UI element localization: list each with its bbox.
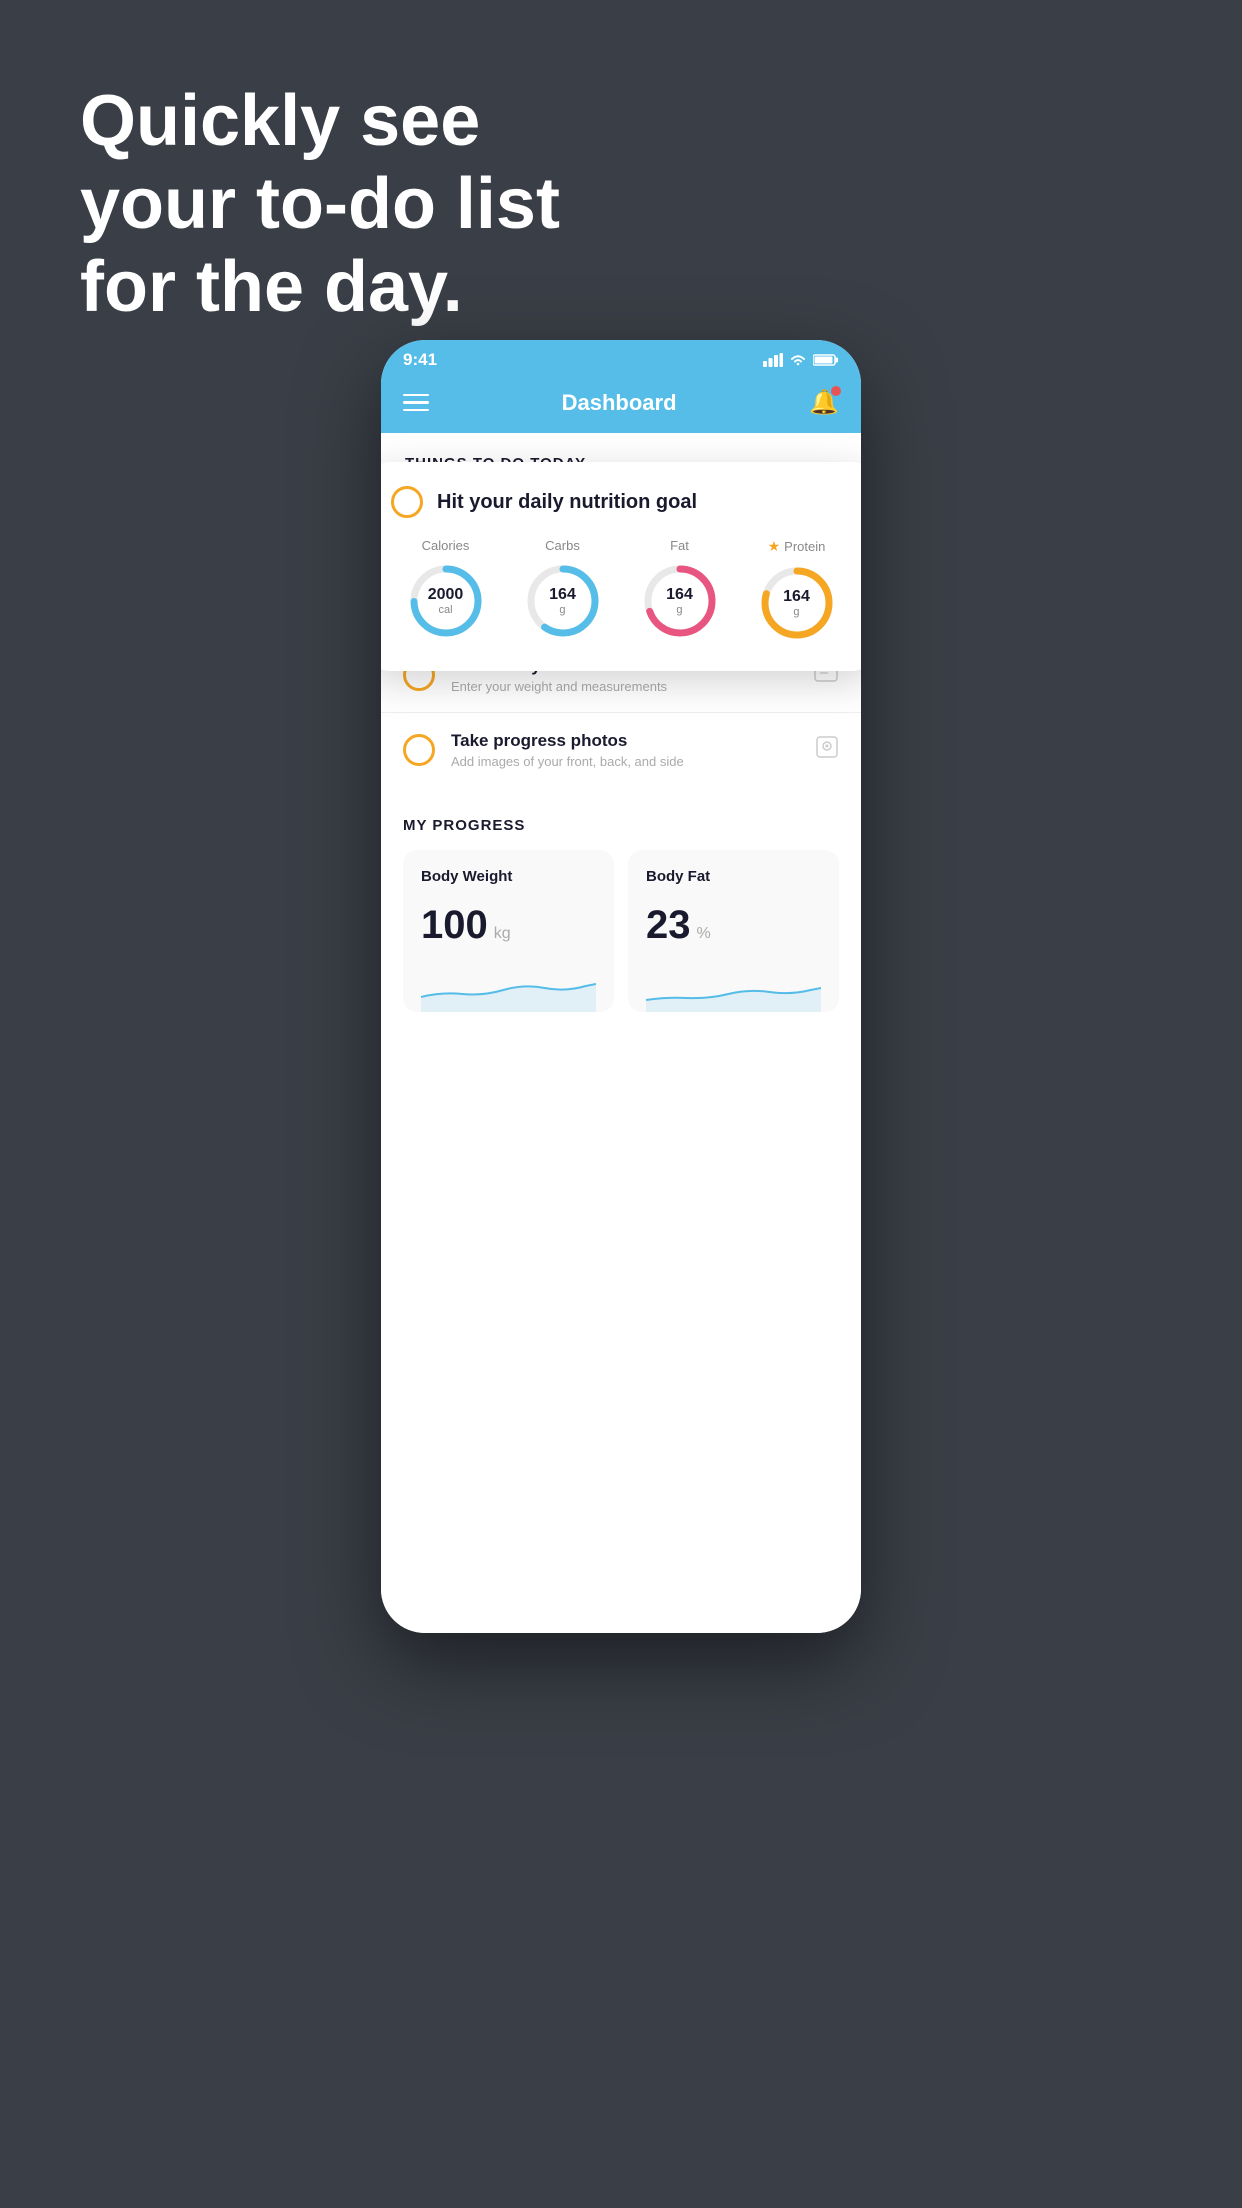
fat-unit: g: [666, 604, 693, 616]
body-fat-sparkline: [646, 962, 821, 1012]
protein-label: ★ Protein: [768, 538, 826, 555]
todo-item-photos[interactable]: Take progress photos Add images of your …: [381, 712, 861, 787]
protein-value: 164: [783, 588, 810, 606]
body-weight-sparkline: [421, 962, 596, 1012]
calories-item: Calories 2000 cal: [406, 538, 486, 643]
progress-header: MY PROGRESS: [403, 817, 839, 834]
photos-subtitle: Add images of your front, back, and side: [451, 754, 799, 769]
body-fat-unit: %: [697, 925, 711, 943]
body-fat-card: Body Fat 23 %: [628, 850, 839, 1012]
carbs-circle: 164 g: [523, 561, 603, 641]
app-navbar: Dashboard 🔔: [381, 376, 861, 433]
body-fat-title: Body Fat: [646, 868, 821, 885]
photos-checkbox[interactable]: [403, 734, 435, 766]
body-stats-subtitle: Enter your weight and measurements: [451, 679, 797, 694]
fat-value: 164: [666, 586, 693, 604]
nutrition-card-title: Hit your daily nutrition goal: [437, 491, 697, 514]
body-weight-card: Body Weight 100 kg: [403, 850, 614, 1012]
body-fat-value: 23: [646, 903, 691, 948]
app-content: THINGS TO DO TODAY Hit your daily nutrit…: [381, 433, 861, 1633]
fat-label: Fat: [670, 538, 689, 553]
navbar-title: Dashboard: [562, 390, 677, 416]
nutrition-checkbox[interactable]: [391, 486, 423, 518]
calories-label: Calories: [422, 538, 470, 553]
carbs-unit: g: [549, 604, 576, 616]
status-time: 9:41: [403, 350, 437, 370]
carbs-value: 164: [549, 586, 576, 604]
protein-circle: 164 g: [757, 563, 837, 643]
carbs-label: Carbs: [545, 538, 580, 553]
signal-icon: [763, 353, 783, 367]
hero-heading: Quickly see your to-do list for the day.: [80, 80, 560, 328]
fat-item: Fat 164 g: [640, 538, 720, 643]
star-icon: ★: [768, 538, 781, 555]
body-weight-unit: kg: [494, 925, 511, 943]
nutrition-card: Hit your daily nutrition goal Calories: [381, 462, 861, 671]
calories-circle: 2000 cal: [406, 561, 486, 641]
progress-section: MY PROGRESS Body Weight 100 kg B: [381, 787, 861, 1012]
body-weight-title: Body Weight: [421, 868, 596, 885]
wifi-icon: [789, 353, 807, 367]
fat-circle: 164 g: [640, 561, 720, 641]
notification-badge: [831, 386, 841, 396]
nutrition-items-row: Calories 2000 cal: [391, 538, 851, 643]
status-bar: 9:41: [381, 340, 861, 376]
protein-item: ★ Protein 164 g: [757, 538, 837, 643]
photos-title: Take progress photos: [451, 731, 799, 751]
hamburger-menu-icon[interactable]: [403, 394, 429, 412]
progress-cards-row: Body Weight 100 kg Body Fat 23 %: [403, 850, 839, 1012]
phone-mockup: 9:41 D: [381, 340, 861, 1633]
calories-value: 2000: [428, 586, 464, 604]
calories-unit: cal: [428, 604, 464, 616]
body-weight-value: 100: [421, 903, 488, 948]
battery-icon: [813, 353, 839, 367]
notification-bell-icon[interactable]: 🔔: [809, 388, 839, 417]
carbs-item: Carbs 164 g: [523, 538, 603, 643]
protein-unit: g: [783, 606, 810, 618]
photos-text: Take progress photos Add images of your …: [451, 731, 799, 769]
status-icons: [763, 353, 839, 367]
photos-icon: [815, 735, 839, 765]
